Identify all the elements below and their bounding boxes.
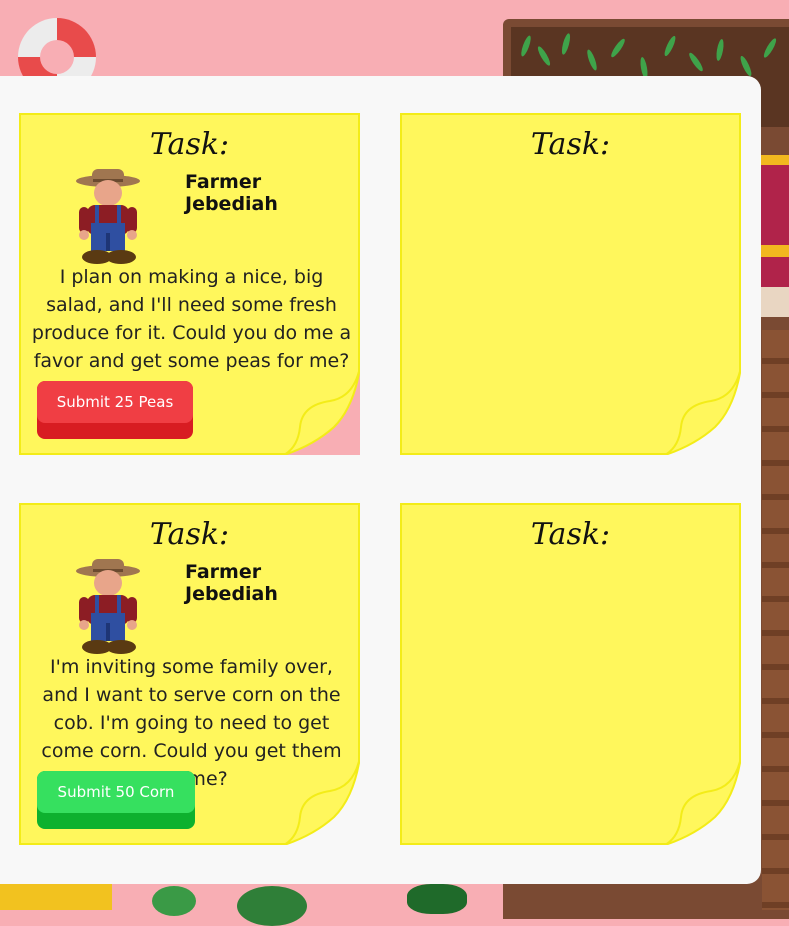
ground-tile [112,880,502,926]
page-curl [284,757,360,845]
soil-background [762,330,789,910]
task-board-modal: Task: Farmer Jebediah I plan on making a… [0,76,761,884]
requester-name: Farmer Jebediah [185,561,278,605]
requester-name: Farmer Jebediah [185,171,278,215]
task-title: Task: [530,127,611,162]
task-card-1: Task: Farmer Jebediah I plan on making a… [19,113,360,455]
task-title: Task: [530,517,611,552]
submit-button-label: Submit 25 Peas [37,381,193,423]
submit-corn-button[interactable]: Submit 50 Corn [37,771,195,829]
task-description: I plan on making a nice, big salad, and … [31,266,352,372]
task-card-3: Task: Farmer Jebediah I'm inviting some … [19,503,360,845]
submit-button-label: Submit 50 Corn [37,771,195,813]
farmer-avatar [76,559,140,654]
farmer-avatar [76,169,140,264]
page-curl [665,367,741,455]
submit-peas-button[interactable]: Submit 25 Peas [37,381,193,439]
task-title: Task: [149,127,230,162]
task-card-4: Task: [400,503,741,845]
page-curl [284,367,360,455]
task-card-2: Task: [400,113,741,455]
ground-tile [0,880,112,910]
task-title: Task: [149,517,230,552]
page-curl [665,757,741,845]
market-stall-background [760,135,789,325]
